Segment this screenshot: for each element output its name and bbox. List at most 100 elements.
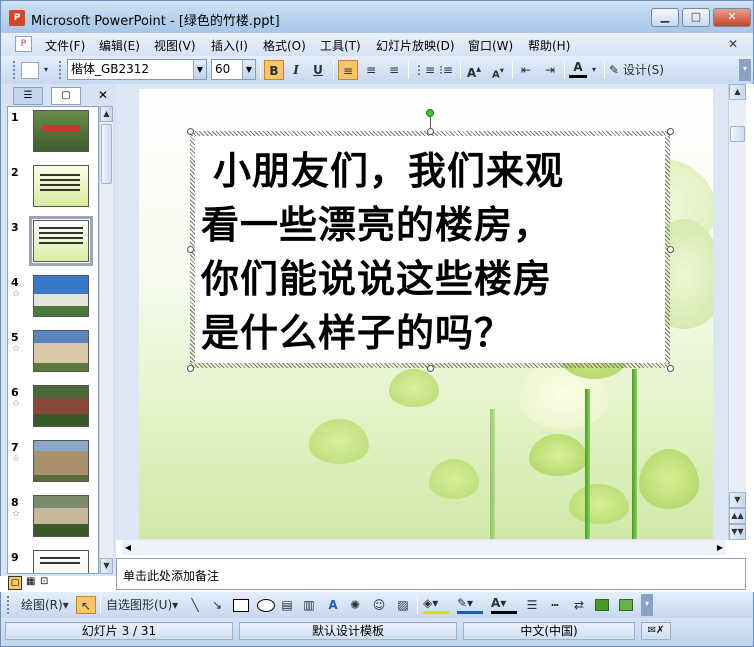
animation-star-icon[interactable]: ☆ xyxy=(12,344,20,354)
notes-pane[interactable]: 单击此处添加备注 xyxy=(116,558,746,590)
document-menu-icon[interactable]: P xyxy=(15,36,32,52)
pane-close-icon[interactable]: ✕ xyxy=(95,87,111,103)
slide-thumbnail-selected[interactable] xyxy=(29,216,93,266)
slide-thumbnail[interactable] xyxy=(33,440,89,482)
normal-view-icon[interactable]: ▢ xyxy=(8,576,22,590)
insert-picture-icon[interactable]: ▨ xyxy=(395,596,411,614)
new-dropdown-icon[interactable]: ▾ xyxy=(41,60,51,80)
menu-help[interactable]: 帮助(H) xyxy=(528,37,570,54)
slide-thumb-row[interactable]: 8 ☆ xyxy=(8,492,98,544)
scroll-up-icon[interactable]: ▲ xyxy=(729,84,746,100)
animation-star-icon[interactable]: ☆ xyxy=(12,399,20,409)
powerpoint-app-icon[interactable]: P xyxy=(9,10,25,26)
line-style-icon[interactable]: ☰ xyxy=(524,596,540,614)
3d-style-icon[interactable] xyxy=(619,599,633,611)
increase-indent-icon[interactable]: ⇥ xyxy=(541,60,559,80)
menu-insert[interactable]: 插入(I) xyxy=(211,37,248,54)
underline-button[interactable]: U xyxy=(309,60,327,80)
slide-thumb-row[interactable]: 7 ☆ xyxy=(8,437,98,489)
toolbar-options-icon[interactable]: ▾ xyxy=(739,59,751,81)
toolbar-grip[interactable] xyxy=(13,61,16,79)
decrease-indent-icon[interactable]: ⇤ xyxy=(517,60,535,80)
arrow-tool-icon[interactable]: ↘ xyxy=(209,596,225,614)
scroll-right-icon[interactable]: ▶ xyxy=(714,540,726,555)
slide-body-text[interactable]: 小朋友们，我们来观 看一些漂亮的楼房， 你们能说说这些楼房 是什么样子的吗？ xyxy=(195,136,665,363)
slide-thumb-row[interactable]: 4 ☆ xyxy=(8,272,98,324)
vertical-textbox-icon[interactable]: ▥ xyxy=(301,596,317,614)
slide-thumb-row[interactable]: 6 ☆ xyxy=(8,382,98,434)
document-close-icon[interactable]: ✕ xyxy=(725,36,741,52)
slide-thumb-row[interactable]: 1 xyxy=(8,107,98,159)
spelling-status-icon[interactable]: ✉✗ xyxy=(641,622,671,640)
slide-thumb-row[interactable]: 5 ☆ xyxy=(8,327,98,379)
resize-handle[interactable] xyxy=(187,128,194,135)
toolbar-grip-2[interactable] xyxy=(59,61,62,79)
editor-vertical-scrollbar[interactable]: ▲ ▼ ▲▲ ▼▼ xyxy=(728,84,746,540)
slide-thumb-row[interactable]: 3 xyxy=(8,216,98,269)
menu-format[interactable]: 格式(O) xyxy=(263,37,306,54)
menu-window[interactable]: 窗口(W) xyxy=(468,37,513,54)
resize-handle[interactable] xyxy=(187,365,194,372)
rectangle-tool-icon[interactable] xyxy=(233,599,249,612)
toolbar-options-icon[interactable]: ▾ xyxy=(641,594,653,616)
new-document-icon[interactable] xyxy=(21,62,39,79)
slideshow-icon[interactable]: ⊡ xyxy=(40,576,48,587)
resize-handle[interactable] xyxy=(667,246,674,253)
animation-star-icon[interactable]: ☆ xyxy=(12,454,20,464)
previous-slide-icon[interactable]: ▲▲ xyxy=(729,508,746,524)
wordart-icon[interactable]: A xyxy=(325,596,341,614)
tab-slides[interactable]: ▢ xyxy=(51,87,81,105)
slide-thumbnail[interactable] xyxy=(33,165,89,207)
dash-style-icon[interactable]: ┅ xyxy=(547,596,563,614)
slide-thumbnail[interactable] xyxy=(33,110,89,152)
font-color-icon[interactable]: A xyxy=(569,60,587,78)
slide-sorter-icon[interactable]: ▦ xyxy=(26,576,35,587)
fill-color-icon[interactable]: ◈▾ xyxy=(423,596,449,614)
autoshapes-button[interactable]: 自选图形(U)▾ xyxy=(106,596,178,614)
minimize-button[interactable]: ▁ xyxy=(651,8,679,27)
menu-file[interactable]: 文件(F) xyxy=(45,37,85,54)
scroll-down-icon[interactable]: ▼ xyxy=(729,492,746,508)
slide-thumbnail[interactable] xyxy=(33,330,89,372)
decrease-font-icon[interactable]: A▾ xyxy=(489,60,507,80)
text-color-icon[interactable]: A▾ xyxy=(491,596,517,614)
clipart-icon[interactable]: ☺ xyxy=(371,596,387,614)
font-name-combo[interactable]: 楷体_GB2312 ▼ xyxy=(67,59,207,80)
resize-handle[interactable] xyxy=(187,246,194,253)
select-pointer-icon[interactable]: ↖ xyxy=(76,596,96,614)
slide-text-box[interactable]: 小朋友们，我们来观 看一些漂亮的楼房， 你们能说说这些楼房 是什么样子的吗？ xyxy=(190,131,670,368)
editor-horizontal-scrollbar[interactable]: ◀ ▶ xyxy=(122,540,726,555)
align-left-icon[interactable]: ≡ xyxy=(338,60,358,80)
slide-thumbnail[interactable] xyxy=(33,275,89,317)
line-tool-icon[interactable]: ╲ xyxy=(187,596,203,614)
diagram-icon[interactable]: ✺ xyxy=(347,596,363,614)
draw-menu-button[interactable]: 绘图(R)▾ xyxy=(21,596,69,614)
italic-button[interactable]: I xyxy=(287,60,305,80)
align-right-icon[interactable]: ≡ xyxy=(385,60,403,80)
animation-star-icon[interactable]: ☆ xyxy=(12,289,20,299)
toolbar-grip[interactable] xyxy=(7,596,10,614)
menu-tools[interactable]: 工具(T) xyxy=(320,37,361,54)
scroll-thumb[interactable] xyxy=(730,126,745,142)
resize-handle[interactable] xyxy=(427,128,434,135)
thumbnail-scrollbar[interactable]: ▲ ▼ xyxy=(99,106,113,574)
increase-font-icon[interactable]: A▴ xyxy=(465,60,483,80)
slide-canvas[interactable]: 小朋友们，我们来观 看一些漂亮的楼房， 你们能说说这些楼房 是什么样子的吗？ xyxy=(139,89,713,539)
slide-thumbnail[interactable] xyxy=(33,495,89,537)
shadow-style-icon[interactable] xyxy=(595,599,609,611)
numbering-icon[interactable]: ⋮≡ xyxy=(413,60,435,80)
chevron-down-icon[interactable]: ▼ xyxy=(193,60,206,79)
resize-handle[interactable] xyxy=(427,365,434,372)
next-slide-icon[interactable]: ▼▼ xyxy=(729,524,746,540)
bullets-icon[interactable]: ⁝≡ xyxy=(437,60,455,80)
rotate-handle[interactable] xyxy=(426,109,434,117)
slide-thumb-row[interactable]: 9 xyxy=(8,547,98,573)
align-center-icon[interactable]: ≡ xyxy=(362,60,380,80)
scroll-thumb[interactable] xyxy=(101,124,112,184)
arrow-style-icon[interactable]: ⇄ xyxy=(571,596,587,614)
slide-thumbnail[interactable] xyxy=(33,550,89,573)
textbox-tool-icon[interactable]: ▤ xyxy=(279,596,295,614)
font-size-combo[interactable]: 60 ▼ xyxy=(211,59,256,80)
menu-edit[interactable]: 编辑(E) xyxy=(99,37,140,54)
slide-thumbnail[interactable] xyxy=(33,385,89,427)
